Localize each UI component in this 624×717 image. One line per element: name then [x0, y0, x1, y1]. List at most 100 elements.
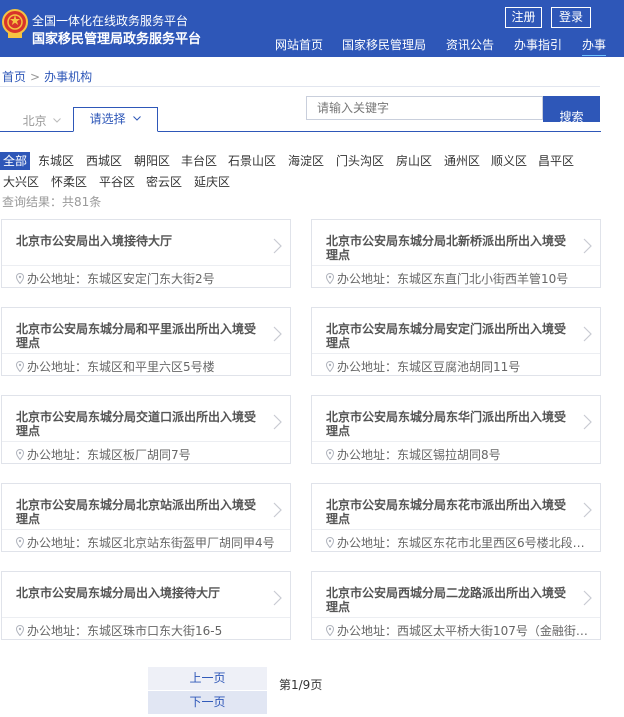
prev-page-button[interactable]: 上一页 [148, 667, 267, 690]
office-card[interactable]: 北京市公安局东城分局北京站派出所出入境受理点 办公地址：东城区北京站东街盔甲厂胡… [1, 483, 291, 552]
district-all[interactable]: 全部 [0, 152, 31, 170]
site-header: 全国一体化在线政务服务平台 国家移民管理局政务服务平台 注册 登录 网站首页 国… [0, 0, 624, 57]
district-fangshan[interactable]: 房山区 [396, 152, 432, 170]
office-name: 北京市公安局东城分局东花市派出所出入境受理点 [326, 498, 567, 526]
district-xicheng[interactable]: 西城区 [86, 152, 122, 170]
office-name: 北京市公安局东城分局东华门派出所出入境受理点 [326, 410, 567, 438]
login-button[interactable]: 登录 [551, 7, 591, 28]
card-divider [312, 353, 600, 354]
office-address-text: 办公地址：东城区板厂胡同7号 [27, 448, 191, 462]
chevron-right-icon [273, 238, 282, 254]
office-address: 办公地址：东城区锡拉胡同8号 [326, 446, 596, 463]
office-address-text: 办公地址：西城区太平桥大街107号（金融街街... [337, 624, 596, 638]
card-divider [2, 353, 290, 354]
district-dongcheng[interactable]: 东城区 [38, 152, 74, 170]
city-tab-label: 北京 [22, 114, 47, 128]
district-huairou[interactable]: 怀柔区 [51, 173, 87, 191]
office-address-text: 办公地址：东城区和平里六区5号楼 [27, 360, 215, 374]
result-count: 查询结果：共81条 [2, 195, 102, 209]
district-daxing[interactable]: 大兴区 [3, 173, 39, 191]
city-tab[interactable]: 北京 [14, 113, 70, 133]
district-select-tab[interactable]: 请选择 [73, 107, 158, 132]
district-tongzhou[interactable]: 通州区 [444, 152, 480, 170]
page-indicator: 第1/9页 [279, 678, 323, 692]
district-shunyi[interactable]: 顺义区 [491, 152, 527, 170]
office-address-text: 办公地址：东城区东直门北小街西羊管10号 [337, 272, 569, 286]
district-mentougou[interactable]: 门头沟区 [336, 152, 384, 170]
office-card[interactable]: 北京市公安局东城分局东花市派出所出入境受理点 办公地址：东城区东花市北里西区6号… [311, 483, 601, 552]
next-page-button[interactable]: 下一页 [148, 691, 267, 714]
card-divider [312, 441, 600, 442]
office-card[interactable]: 北京市公安局东城分局出入境接待大厅 办公地址：东城区珠市口东大街16-5 [1, 571, 291, 640]
location-pin-icon [326, 537, 334, 548]
district-shijingshan[interactable]: 石景山区 [228, 152, 276, 170]
location-pin-icon [326, 449, 334, 460]
card-divider [2, 529, 290, 530]
nav-news[interactable]: 资讯公告 [446, 36, 494, 53]
location-pin-icon [16, 361, 24, 372]
office-name: 北京市公安局东城分局交道口派出所出入境受理点 [16, 410, 257, 438]
office-address: 办公地址：东城区安定门东大街2号 [16, 270, 286, 287]
office-address: 办公地址：东城区东花市北里西区6号楼北段地... [326, 534, 596, 551]
district-fengtai[interactable]: 丰台区 [181, 152, 217, 170]
chevron-right-icon [273, 326, 282, 342]
card-divider [2, 617, 290, 618]
district-chaoyang[interactable]: 朝阳区 [134, 152, 170, 170]
office-address-text: 办公地址：东城区安定门东大街2号 [27, 272, 215, 286]
office-address: 办公地址：西城区太平桥大街107号（金融街街... [326, 622, 596, 639]
office-card[interactable]: 北京市公安局东城分局东华门派出所出入境受理点 办公地址：东城区锡拉胡同8号 [311, 395, 601, 464]
office-name: 北京市公安局西城分局二龙路派出所出入境受理点 [326, 586, 567, 614]
location-pin-icon [16, 273, 24, 284]
chevron-right-icon [273, 502, 282, 518]
nav-nia[interactable]: 国家移民管理局 [342, 36, 426, 53]
office-name: 北京市公安局出入境接待大厅 [16, 234, 173, 248]
office-card[interactable]: 北京市公安局东城分局和平里派出所出入境受理点 办公地址：东城区和平里六区5号楼 [1, 307, 291, 376]
office-address: 办公地址：东城区和平里六区5号楼 [16, 358, 286, 375]
office-name: 北京市公安局东城分局北京站派出所出入境受理点 [16, 498, 257, 526]
office-address-text: 办公地址：东城区珠市口东大街16-5 [27, 624, 223, 638]
district-miyun[interactable]: 密云区 [146, 173, 182, 191]
office-card[interactable]: 北京市公安局东城分局安定门派出所出入境受理点 办公地址：东城区豆腐池胡同11号 [311, 307, 601, 376]
office-card[interactable]: 北京市公安局东城分局北新桥派出所出入境受理点 办公地址：东城区东直门北小街西羊管… [311, 219, 601, 288]
location-pin-icon [326, 361, 334, 372]
office-address: 办公地址：东城区豆腐池胡同11号 [326, 358, 596, 375]
office-name: 北京市公安局东城分局出入境接待大厅 [16, 586, 221, 600]
district-pinggu[interactable]: 平谷区 [99, 173, 135, 191]
chevron-down-icon [53, 118, 62, 123]
platform-name: 全国一体化在线政务服务平台 [32, 14, 189, 28]
breadcrumb-home[interactable]: 首页 [2, 70, 26, 84]
location-pin-icon [16, 537, 24, 548]
nav-home[interactable]: 网站首页 [275, 36, 323, 53]
chevron-right-icon [583, 502, 592, 518]
district-haidian[interactable]: 海淀区 [288, 152, 324, 170]
nav-offices[interactable]: 办事 [582, 36, 607, 56]
nav-guide[interactable]: 办事指引 [514, 36, 562, 53]
district-changping[interactable]: 昌平区 [538, 152, 574, 170]
district-select-label: 请选择 [89, 112, 126, 126]
card-divider [312, 265, 600, 266]
chevron-right-icon [273, 414, 282, 430]
chevron-right-icon [583, 414, 592, 430]
register-button[interactable]: 注册 [505, 7, 542, 28]
card-divider [2, 265, 290, 266]
search-input[interactable] [306, 96, 543, 120]
office-address-text: 办公地址：东城区东花市北里西区6号楼北段地... [337, 536, 596, 550]
office-address: 办公地址：东城区北京站东街盔甲厂胡同甲4号 [16, 534, 286, 551]
district-yanqing[interactable]: 延庆区 [194, 173, 230, 191]
national-emblem-icon [2, 9, 28, 38]
chevron-right-icon [583, 590, 592, 606]
office-name: 北京市公安局东城分局和平里派出所出入境受理点 [16, 322, 257, 350]
chevron-down-icon [133, 116, 142, 121]
card-divider [2, 441, 290, 442]
search-button[interactable]: 搜索 [543, 96, 600, 124]
office-card[interactable]: 北京市公安局西城分局二龙路派出所出入境受理点 办公地址：西城区太平桥大街107号… [311, 571, 601, 640]
office-card[interactable]: 北京市公安局东城分局交道口派出所出入境受理点 办公地址：东城区板厂胡同7号 [1, 395, 291, 464]
breadcrumb-current[interactable]: 办事机构 [44, 70, 92, 84]
office-address: 办公地址：东城区板厂胡同7号 [16, 446, 286, 463]
location-pin-icon [16, 625, 24, 636]
office-address-text: 办公地址：东城区豆腐池胡同11号 [337, 360, 521, 374]
chevron-right-icon [273, 590, 282, 606]
breadcrumb-divider [0, 86, 600, 87]
office-card[interactable]: 北京市公安局出入境接待大厅 办公地址：东城区安定门东大街2号 [1, 219, 291, 288]
office-address: 办公地址：东城区东直门北小街西羊管10号 [326, 270, 596, 287]
